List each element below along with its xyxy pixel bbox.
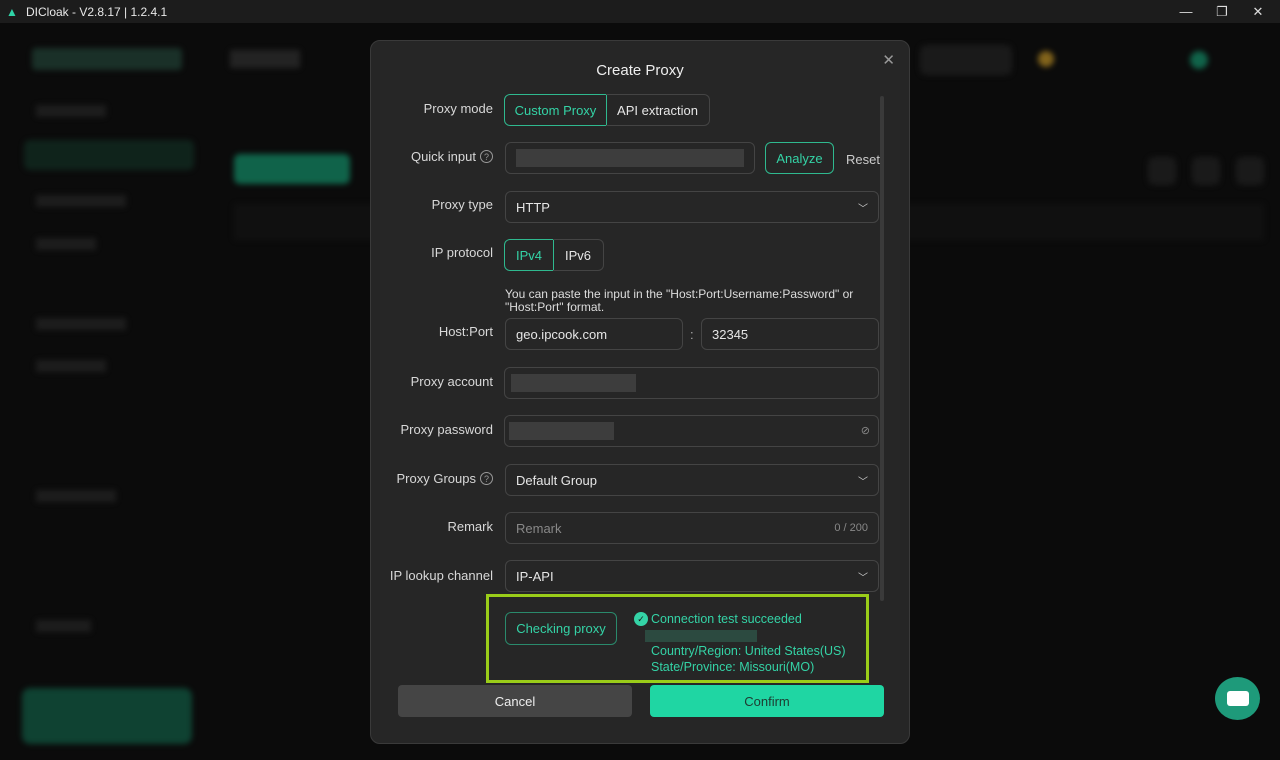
cancel-button[interactable]: Cancel xyxy=(398,685,632,717)
blurred-toolbar-button xyxy=(1148,157,1176,185)
chevron-down-icon: ﹀ xyxy=(858,473,868,488)
blurred-page-title xyxy=(230,50,300,68)
proxy-groups-label: Proxy Groups? xyxy=(397,471,493,486)
blurred-header-button xyxy=(920,45,1012,75)
blurred-sidebar-item xyxy=(36,620,91,632)
dialog-title: Create Proxy xyxy=(371,62,909,79)
chat-icon xyxy=(1227,691,1249,706)
blurred-sidebar-item xyxy=(36,490,116,502)
blurred-sidebar-item xyxy=(36,238,96,250)
create-proxy-dialog: Create Proxy ✕ Proxy mode Custom Proxy A… xyxy=(370,40,910,744)
scrollbar[interactable] xyxy=(880,96,884,601)
proxy-type-select[interactable]: HTTP ﹀ xyxy=(505,191,879,223)
remark-input[interactable]: Remark 0 / 200 xyxy=(505,512,879,544)
close-window-button[interactable]: ✕ xyxy=(1240,0,1276,23)
blurred-toolbar-button xyxy=(1236,157,1264,185)
chevron-down-icon: ﹀ xyxy=(858,569,868,584)
remark-counter: 0 / 200 xyxy=(834,522,868,534)
blurred-logo xyxy=(32,48,182,70)
redacted-value xyxy=(511,374,636,392)
proxy-groups-label-text: Proxy Groups xyxy=(397,471,476,486)
blurred-sidebar-item xyxy=(36,105,106,117)
blurred-sidebar-active xyxy=(24,140,194,170)
state-province: State/Province: Missouri(MO) xyxy=(651,660,814,674)
help-icon[interactable]: ? xyxy=(480,150,493,163)
blurred-sidebar-item xyxy=(36,360,106,372)
remark-label: Remark xyxy=(447,519,493,534)
country-region: Country/Region: United States(US) xyxy=(651,644,846,658)
redacted-value xyxy=(516,149,744,167)
blurred-coin-icon xyxy=(1038,51,1054,67)
proxy-type-label: Proxy type xyxy=(432,197,493,212)
chat-support-button[interactable] xyxy=(1215,677,1260,720)
host-input[interactable]: geo.ipcook.com xyxy=(505,318,683,350)
quick-input-label: Quick input? xyxy=(411,149,493,164)
ip-lookup-value: IP-API xyxy=(516,569,554,584)
proxy-groups-select[interactable]: Default Group ﹀ xyxy=(505,464,879,496)
title-bar: ▲ DICloak - V2.8.17 | 1.2.4.1 — ❐ ✕ xyxy=(0,0,1280,23)
reset-button[interactable]: Reset xyxy=(846,152,880,167)
ip-lookup-label: IP lookup channel xyxy=(390,568,493,583)
host-port-label: Host:Port xyxy=(439,324,493,339)
connection-status: Connection test succeeded xyxy=(651,612,802,626)
tab-ipv6[interactable]: IPv6 xyxy=(553,239,604,271)
help-icon[interactable]: ? xyxy=(480,472,493,485)
remark-placeholder: Remark xyxy=(516,521,562,536)
host-port-separator: : xyxy=(690,327,694,342)
chevron-down-icon: ﹀ xyxy=(858,200,868,215)
proxy-check-result: Checking proxy ✓ Connection test succeed… xyxy=(486,594,869,683)
minimize-button[interactable]: — xyxy=(1168,0,1204,23)
checking-proxy-button[interactable]: Checking proxy xyxy=(505,612,617,645)
analyze-button[interactable]: Analyze xyxy=(765,142,834,174)
blurred-sidebar-item xyxy=(36,318,126,330)
eye-off-icon[interactable]: ⊘ xyxy=(861,424,870,437)
redacted-ip xyxy=(645,630,757,642)
proxy-mode-label: Proxy mode xyxy=(424,101,493,116)
proxy-groups-value: Default Group xyxy=(516,473,597,488)
confirm-button[interactable]: Confirm xyxy=(650,685,884,717)
blurred-create-button xyxy=(234,154,350,184)
redacted-value xyxy=(509,422,614,440)
maximize-button[interactable]: ❐ xyxy=(1204,0,1240,23)
quick-input-label-text: Quick input xyxy=(411,149,476,164)
blurred-sidebar-item xyxy=(36,195,126,207)
blurred-plan-card xyxy=(22,688,192,744)
tab-ipv4[interactable]: IPv4 xyxy=(504,239,554,271)
proxy-password-label: Proxy password xyxy=(401,422,493,437)
blurred-avatar xyxy=(1190,51,1208,69)
proxy-type-value: HTTP xyxy=(516,200,550,215)
app-logo-icon: ▲ xyxy=(6,6,20,18)
port-input[interactable]: 32345 xyxy=(701,318,879,350)
proxy-account-input[interactable] xyxy=(504,367,879,399)
tab-custom-proxy[interactable]: Custom Proxy xyxy=(504,94,607,126)
blurred-toolbar-button xyxy=(1192,157,1220,185)
tab-api-extraction[interactable]: API extraction xyxy=(606,94,710,126)
format-hint: You can paste the input in the "Host:Por… xyxy=(505,288,881,314)
window-title: DICloak - V2.8.17 | 1.2.4.1 xyxy=(26,5,167,19)
proxy-account-label: Proxy account xyxy=(411,374,493,389)
close-icon[interactable]: ✕ xyxy=(882,51,895,69)
check-circle-icon: ✓ xyxy=(634,612,648,626)
quick-input-field[interactable] xyxy=(505,142,755,174)
proxy-password-input[interactable]: ⊘ xyxy=(504,415,879,447)
ip-protocol-label: IP protocol xyxy=(431,245,493,260)
ip-lookup-select[interactable]: IP-API ﹀ xyxy=(505,560,879,592)
